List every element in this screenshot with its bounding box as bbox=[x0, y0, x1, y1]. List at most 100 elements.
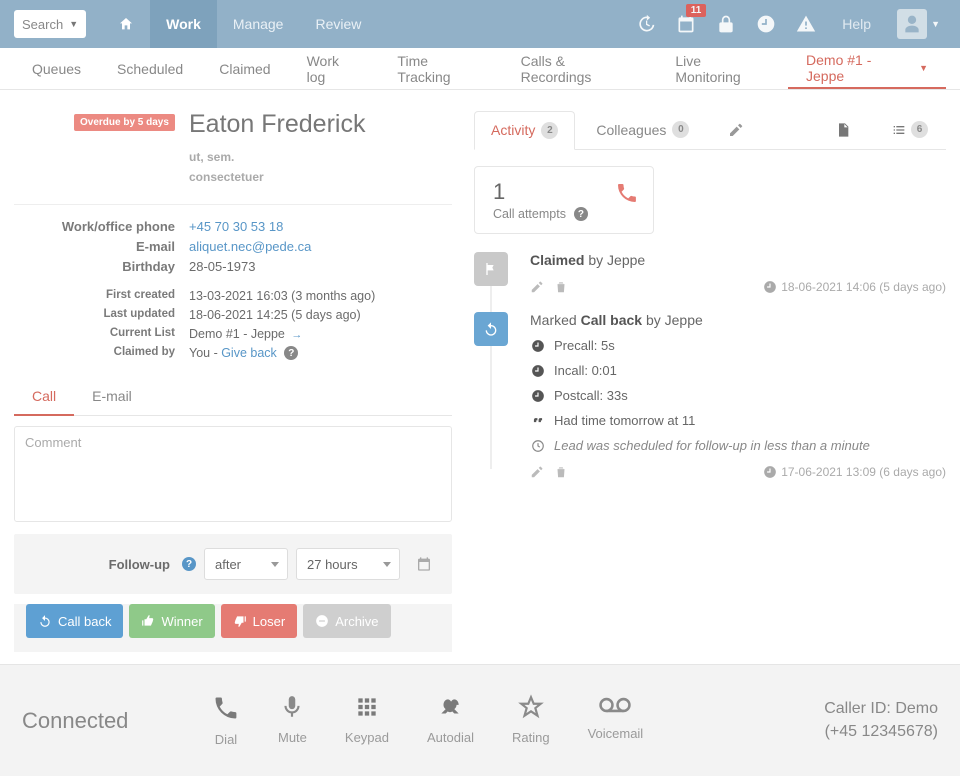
subnav-demo-label: Demo #1 - Jeppe bbox=[806, 52, 913, 84]
edit-icon[interactable] bbox=[530, 465, 544, 479]
document-icon[interactable] bbox=[817, 122, 869, 138]
lead-sub2: consectetuer bbox=[189, 167, 365, 187]
attempts-label: Call attempts bbox=[493, 207, 566, 221]
mic-icon bbox=[279, 694, 305, 720]
timestamp: 18-06-2021 14:06 (5 days ago) bbox=[763, 280, 946, 294]
lead-sub1: ut, sem. bbox=[189, 147, 365, 167]
birthday-label: Birthday bbox=[14, 259, 189, 274]
edit-icon[interactable] bbox=[710, 122, 762, 138]
arrow-right-icon[interactable]: → bbox=[291, 329, 302, 341]
star-icon bbox=[518, 694, 544, 720]
overdue-badge: Overdue by 5 days bbox=[74, 114, 175, 131]
help-icon[interactable]: ? bbox=[574, 207, 588, 221]
created-label: First created bbox=[14, 289, 189, 303]
warning-icon[interactable] bbox=[796, 14, 816, 34]
subnav-worklog[interactable]: Work log bbox=[289, 48, 380, 89]
postcall: Postcall: 33s bbox=[554, 388, 628, 403]
claimed-label: Claimed by bbox=[14, 346, 189, 361]
lock-icon[interactable] bbox=[716, 14, 736, 34]
followup-mode-select[interactable]: after bbox=[204, 548, 288, 580]
help-icon[interactable]: ? bbox=[182, 557, 196, 571]
keypad-icon bbox=[354, 694, 380, 720]
lead-fields: Work/office phone +45 70 30 53 18 E-mail… bbox=[14, 219, 452, 361]
caller-id-line1: Caller ID: Demo bbox=[824, 698, 938, 720]
email-link[interactable]: aliquet.nec@pede.ca bbox=[189, 239, 311, 254]
archive-button[interactable]: Archive bbox=[303, 604, 390, 638]
birthday-value: 28-05-1973 bbox=[189, 259, 256, 274]
tab-call[interactable]: Call bbox=[14, 378, 74, 416]
chevron-down-icon: ▼ bbox=[931, 19, 940, 29]
calendar-badge: 11 bbox=[686, 4, 707, 17]
colleagues-count: 0 bbox=[672, 121, 689, 138]
dialer-footer: Connected Dial Mute Keypad Autodial Rati… bbox=[0, 664, 960, 776]
user-menu[interactable]: ▼ bbox=[897, 9, 940, 39]
subnav-scheduled[interactable]: Scheduled bbox=[99, 48, 201, 89]
followup-note: Lead was scheduled for follow-up in less… bbox=[554, 438, 870, 453]
dial-button[interactable]: Dial bbox=[212, 694, 240, 747]
trash-icon[interactable] bbox=[554, 280, 568, 294]
tab-email[interactable]: E-mail bbox=[74, 378, 150, 415]
lead-name: Eaton Frederick bbox=[189, 110, 365, 139]
subnav: Queues Scheduled Claimed Work log Time T… bbox=[0, 48, 960, 90]
subnav-queues[interactable]: Queues bbox=[14, 48, 99, 89]
nav-review[interactable]: Review bbox=[299, 0, 377, 48]
subnav-calls[interactable]: Calls & Recordings bbox=[503, 48, 658, 89]
connection-state: Connected bbox=[22, 708, 212, 734]
list-label: Current List bbox=[14, 327, 189, 341]
autodial-button[interactable]: Autodial bbox=[427, 694, 474, 745]
history-icon[interactable] bbox=[636, 14, 656, 34]
rating-button[interactable]: Rating bbox=[512, 694, 550, 745]
note: Had time tomorrow at 11 bbox=[554, 413, 695, 428]
followup-value-select[interactable]: 27 hours bbox=[296, 548, 400, 580]
trash-icon[interactable] bbox=[554, 465, 568, 479]
chevron-down-icon: ▼ bbox=[919, 63, 928, 73]
phone-link[interactable]: +45 70 30 53 18 bbox=[189, 219, 283, 234]
followup-label: Follow-up bbox=[109, 557, 170, 572]
activity-count: 2 bbox=[541, 122, 558, 139]
timeline-title: Claimed by Jeppe bbox=[530, 252, 946, 268]
help-icon[interactable]: ? bbox=[284, 346, 298, 360]
chevron-down-icon: ▼ bbox=[69, 19, 78, 29]
email-label: E-mail bbox=[14, 239, 189, 254]
subnav-live[interactable]: Live Monitoring bbox=[657, 48, 788, 89]
callback-button[interactable]: Call back bbox=[26, 604, 123, 638]
keypad-button[interactable]: Keypad bbox=[345, 694, 389, 745]
claimed-prefix: You - bbox=[189, 346, 221, 360]
calendar-icon[interactable] bbox=[408, 548, 440, 580]
list-value: Demo #1 - Jeppe bbox=[189, 327, 285, 341]
loser-button[interactable]: Loser bbox=[221, 604, 298, 638]
nav-help[interactable]: Help bbox=[836, 0, 877, 48]
search-label: Search bbox=[22, 17, 63, 32]
subnav-claimed[interactable]: Claimed bbox=[201, 48, 288, 89]
voicemail-button[interactable]: Voicemail bbox=[588, 694, 644, 741]
comment-input[interactable]: Comment bbox=[14, 426, 452, 522]
nav-work[interactable]: Work bbox=[150, 0, 217, 48]
nav-home[interactable] bbox=[102, 0, 150, 48]
tab-activity[interactable]: Activity 2 bbox=[474, 111, 575, 150]
home-icon bbox=[118, 16, 134, 32]
activity-panel: Activity 2 Colleagues 0 6 1 Call attemp bbox=[474, 110, 946, 664]
timeline-item: Claimed by Jeppe 18-06-2021 14:06 (5 day… bbox=[474, 252, 946, 294]
search-dropdown[interactable]: Search ▼ bbox=[14, 10, 86, 38]
list-icon[interactable]: 6 bbox=[873, 121, 946, 138]
subnav-timetracking[interactable]: Time Tracking bbox=[379, 48, 502, 89]
refresh-icon bbox=[474, 312, 508, 346]
nav-manage[interactable]: Manage bbox=[217, 0, 300, 48]
giveback-link[interactable]: Give back bbox=[221, 346, 277, 360]
rabbit-icon bbox=[435, 694, 465, 720]
calendar-icon[interactable]: 11 bbox=[676, 14, 696, 34]
created-value: 13-03-2021 16:03 (3 months ago) bbox=[189, 289, 375, 303]
timeline-item: Marked Call back by Jeppe Precall: 5s In… bbox=[474, 312, 946, 479]
precall: Precall: 5s bbox=[554, 338, 615, 353]
subnav-demo[interactable]: Demo #1 - Jeppe ▼ bbox=[788, 48, 946, 89]
edit-icon[interactable] bbox=[530, 280, 544, 294]
dialer-buttons: Dial Mute Keypad Autodial Rating Voicema… bbox=[212, 694, 643, 747]
mute-button[interactable]: Mute bbox=[278, 694, 307, 745]
timeline-title: Marked Call back by Jeppe bbox=[530, 312, 946, 328]
followup-bar: Follow-up ? after 27 hours bbox=[14, 534, 452, 594]
winner-button[interactable]: Winner bbox=[129, 604, 214, 638]
comment-placeholder: Comment bbox=[25, 435, 81, 450]
tab-colleagues[interactable]: Colleagues 0 bbox=[579, 110, 706, 149]
topbar-right: 11 Help ▼ bbox=[636, 0, 946, 48]
clock-icon[interactable] bbox=[756, 14, 776, 34]
